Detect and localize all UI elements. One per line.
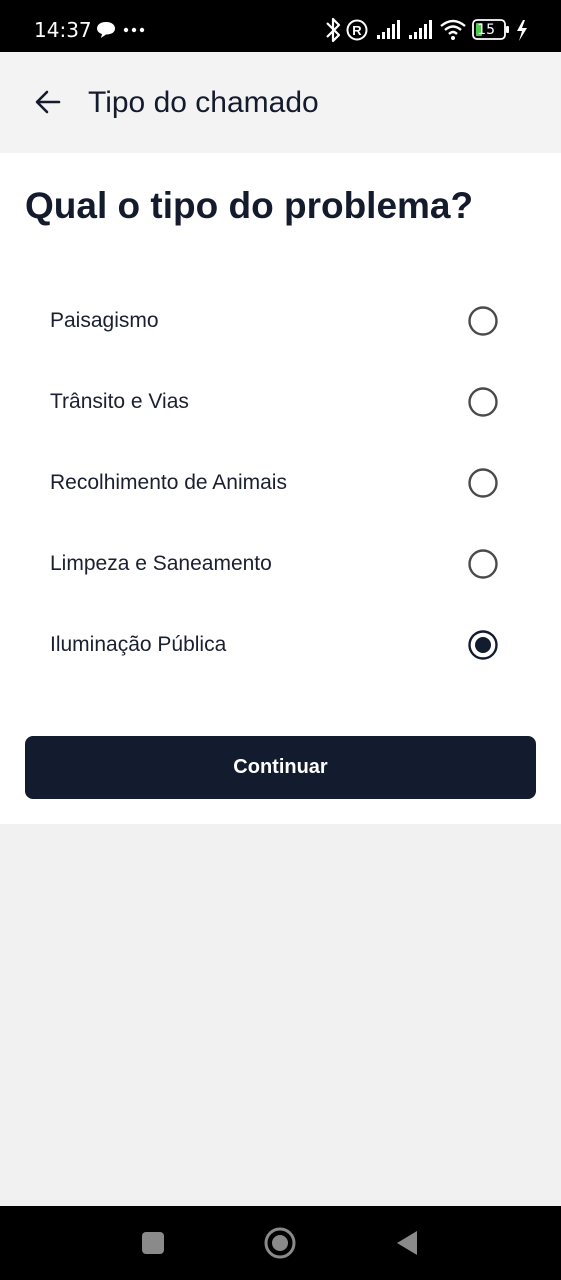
option-label: Paisagismo [50, 309, 159, 332]
back-icon[interactable] [390, 1226, 424, 1260]
system-nav-bar [0, 1206, 561, 1280]
radio-unselected-icon[interactable] [467, 467, 499, 499]
option-recolhimento-animais[interactable]: Recolhimento de Animais [0, 443, 561, 524]
signal-icon [409, 20, 432, 39]
back-button[interactable] [26, 80, 70, 124]
option-label: Limpeza e Saneamento [50, 552, 272, 575]
app-header: Tipo do chamado [0, 52, 561, 153]
main-content: Qual o tipo do problema? Paisagismo Trân… [0, 153, 561, 824]
recent-apps-icon[interactable] [136, 1226, 170, 1260]
svg-text:R: R [352, 23, 362, 38]
radio-unselected-icon[interactable] [467, 548, 499, 580]
status-time: 14:37 [34, 18, 92, 42]
continue-button[interactable]: Continuar [25, 736, 536, 799]
radio-unselected-icon[interactable] [467, 386, 499, 418]
more-dots-icon [123, 27, 145, 33]
status-bar: 14:37 R 15 [0, 0, 561, 52]
header-title: Tipo do chamado [88, 86, 319, 119]
home-icon[interactable] [263, 1226, 297, 1260]
option-paisagismo[interactable]: Paisagismo [0, 281, 561, 362]
wifi-icon [440, 19, 466, 40]
question-title: Qual o tipo do problema? [25, 185, 474, 226]
signal-icon [377, 20, 400, 39]
registered-icon: R [346, 19, 368, 41]
option-iluminacao-publica[interactable]: Iluminação Pública [0, 605, 561, 686]
bluetooth-icon [326, 17, 341, 43]
charging-icon [517, 20, 527, 41]
radio-unselected-icon[interactable] [467, 305, 499, 337]
option-label: Trânsito e Vias [50, 390, 189, 413]
option-transito-vias[interactable]: Trânsito e Vias [0, 362, 561, 443]
option-limpeza-saneamento[interactable]: Limpeza e Saneamento [0, 524, 561, 605]
option-label: Recolhimento de Animais [50, 471, 287, 494]
option-label: Iluminação Pública [50, 633, 227, 656]
battery-level: 15 [477, 22, 495, 38]
message-icon [97, 22, 115, 38]
arrow-left-icon [35, 90, 61, 114]
radio-selected-icon[interactable] [467, 629, 499, 661]
